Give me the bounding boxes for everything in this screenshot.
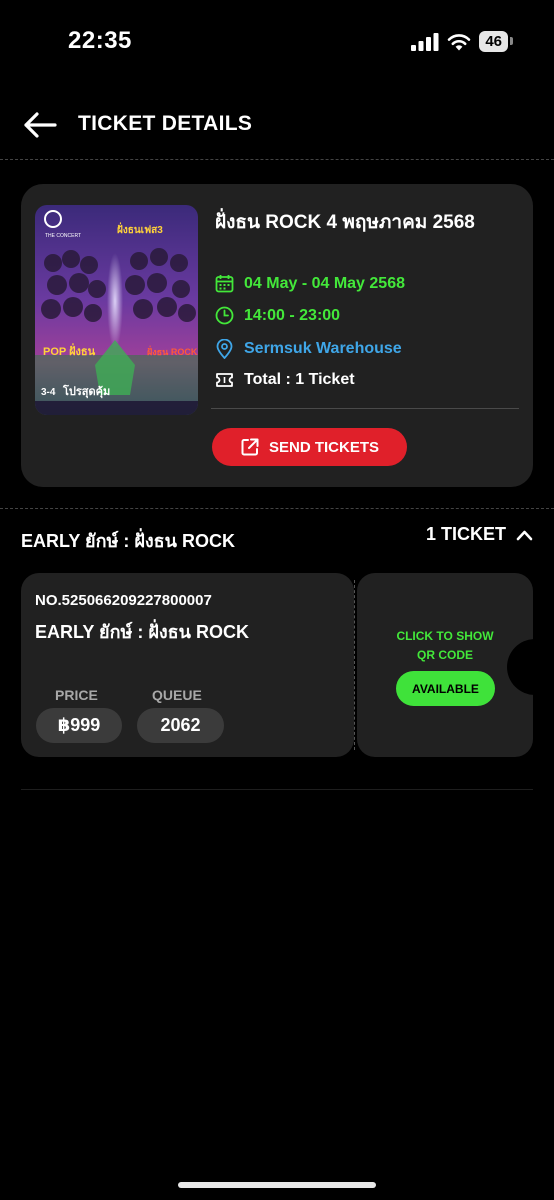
arrow-left-icon bbox=[24, 112, 57, 138]
send-tickets-label: SEND TICKETS bbox=[268, 438, 379, 456]
ticket-perforation bbox=[354, 580, 355, 750]
ticket-card: NO.525066209227800007 EARLY ยักษ์ : ฝั่ง… bbox=[21, 573, 354, 757]
bottom-divider bbox=[21, 789, 533, 790]
page-title: TICKET DETAILS bbox=[78, 112, 253, 135]
external-link-icon bbox=[241, 438, 259, 456]
ticket-count: 1 TICKET bbox=[425, 524, 506, 544]
ticket-name: EARLY ยักษ์ : ฝั่งธน ROCK bbox=[35, 622, 249, 642]
event-card: THE CONCERT ฝั่งธนเฟส3 POP ฝั่งธน ฝั่งธน… bbox=[21, 184, 533, 487]
available-badge[interactable]: AVAILABLE bbox=[396, 671, 495, 706]
event-venue: Sermsuk Warehouse bbox=[244, 340, 402, 357]
calendar-icon bbox=[215, 275, 234, 293]
signal-icon bbox=[411, 32, 439, 51]
card-divider bbox=[211, 408, 519, 409]
ticket-count-toggle[interactable]: 1 TICKET bbox=[426, 524, 533, 545]
event-time: 14:00 - 23:00 bbox=[244, 306, 341, 324]
ticket-icon bbox=[216, 373, 233, 387]
poster-bottom-text: โปรสุดคุ้ม bbox=[62, 384, 110, 399]
queue-label: QUEUE bbox=[152, 687, 202, 703]
wifi-icon bbox=[448, 33, 471, 50]
ticket-section-title: EARLY ยักษ์ : ฝั่งธน ROCK bbox=[21, 531, 235, 551]
status-icons: 46 bbox=[411, 31, 513, 52]
event-total: Total : 1 Ticket bbox=[244, 371, 355, 388]
section-divider bbox=[0, 508, 554, 509]
qr-code-panel[interactable]: CLICK TO SHOW QR CODE AVAILABLE bbox=[357, 573, 533, 757]
event-title: ฝั่งธน ROCK 4 พฤษภาคม 2568 bbox=[215, 212, 475, 233]
back-button[interactable] bbox=[22, 110, 58, 140]
poster-brand: THE CONCERT bbox=[45, 233, 81, 239]
header-divider bbox=[0, 159, 554, 160]
poster-left-text: POP ฝั่งธน bbox=[43, 343, 96, 358]
price-value: ฿999 bbox=[36, 708, 122, 743]
poster-right-text: ฝั่งธน ROCK bbox=[147, 345, 198, 357]
send-tickets-button[interactable]: SEND TICKETS bbox=[212, 428, 407, 466]
home-indicator[interactable] bbox=[178, 1182, 376, 1188]
chevron-up-icon bbox=[516, 530, 533, 540]
qr-instruction: CLICK TO SHOW QR CODE bbox=[357, 627, 533, 665]
event-poster[interactable]: THE CONCERT ฝั่งธนเฟส3 POP ฝั่งธน ฝั่งธน… bbox=[35, 205, 198, 415]
queue-value: 2062 bbox=[137, 708, 224, 743]
poster-top-text: ฝั่งธนเฟส3 bbox=[117, 222, 163, 236]
event-total-row: Total : 1 Ticket bbox=[215, 371, 355, 389]
battery-indicator: 46 bbox=[479, 31, 513, 52]
ticket-section-header: EARLY ยักษ์ : ฝั่งธน ROCK 1 TICKET bbox=[21, 520, 533, 554]
header: TICKET DETAILS bbox=[0, 100, 554, 150]
status-bar: 22:35 46 bbox=[0, 0, 554, 80]
status-time: 22:35 bbox=[68, 27, 132, 54]
poster-dates: 3-4 bbox=[41, 387, 56, 398]
price-label: PRICE bbox=[55, 687, 98, 703]
event-date-row: 04 May - 04 May 2568 bbox=[215, 274, 405, 293]
event-time-row: 14:00 - 23:00 bbox=[215, 306, 340, 325]
event-date: 04 May - 04 May 2568 bbox=[244, 274, 405, 292]
qr-instruction-line1: CLICK TO SHOW bbox=[396, 629, 494, 643]
poster-image: THE CONCERT ฝั่งธนเฟส3 POP ฝั่งธน ฝั่งธน… bbox=[35, 205, 198, 415]
event-venue-row[interactable]: Sermsuk Warehouse bbox=[215, 339, 402, 359]
location-pin-icon bbox=[216, 339, 233, 359]
ticket-number: NO.525066209227800007 bbox=[35, 592, 212, 609]
clock-icon bbox=[215, 306, 234, 325]
